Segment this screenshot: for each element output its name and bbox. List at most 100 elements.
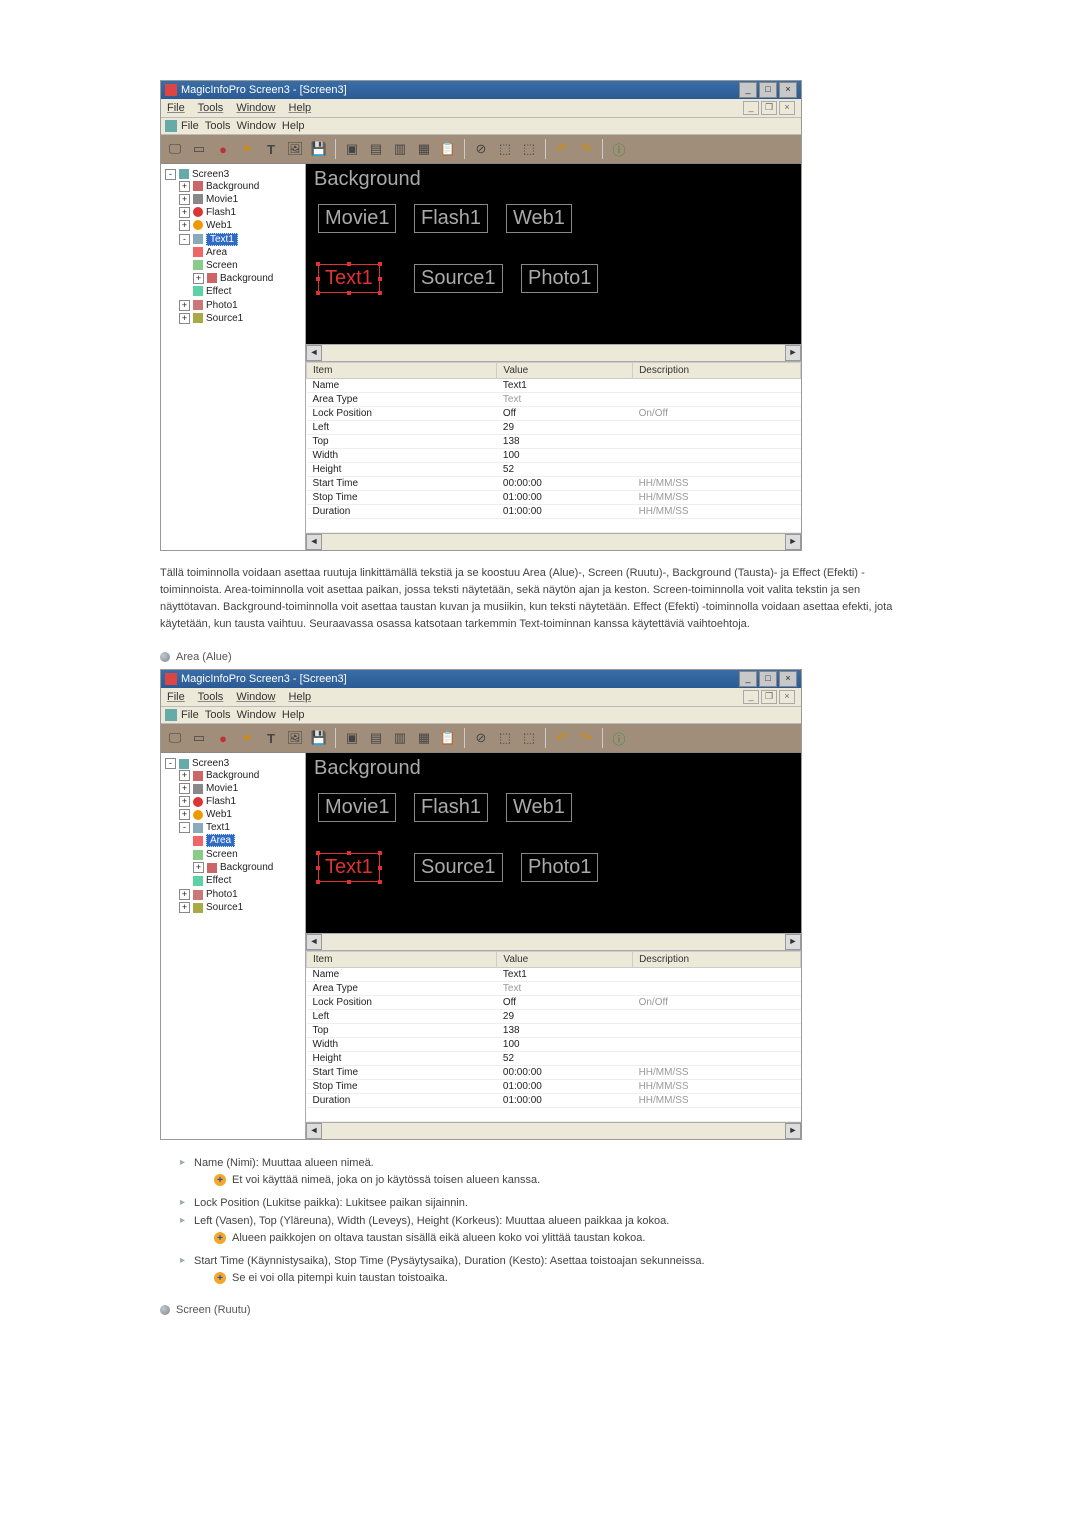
scroll-right-icon[interactable]: ► — [785, 934, 801, 950]
maximize-button[interactable]: □ — [759, 82, 777, 98]
tool-monitor-icon[interactable]: 🖵 — [165, 139, 185, 159]
tool-bring-front-icon[interactable]: ⬚ — [495, 139, 515, 159]
tree-item[interactable]: +Photo1 — [179, 888, 303, 901]
tool-clip-icon[interactable]: 📋 — [438, 139, 458, 159]
canvas-preview[interactable]: Background Movie1 Flash1 Web1 Text1 Sour… — [306, 164, 801, 344]
menu-help[interactable]: Help — [289, 102, 312, 114]
scroll-left-icon[interactable]: ◄ — [306, 345, 322, 361]
tool-info-icon[interactable]: ⓘ — [609, 139, 629, 159]
canvas-box-movie1[interactable]: Movie1 — [318, 204, 396, 233]
mdi-minimize-button[interactable]: _ — [743, 690, 759, 704]
scroll-left-icon[interactable]: ◄ — [306, 534, 322, 550]
minimize-button[interactable]: _ — [739, 671, 757, 687]
props-row[interactable]: Start Time00:00:00HH/MM/SS — [307, 477, 801, 491]
props-col-value[interactable]: Value — [497, 363, 633, 379]
tool-save-icon[interactable]: 💾 — [309, 728, 329, 748]
tool-undo-icon[interactable]: ↶ — [552, 728, 572, 748]
scroll-right-icon[interactable]: ► — [785, 1123, 801, 1139]
tree-item-text1[interactable]: -Text1 Area Screen +Background Effect — [179, 821, 303, 888]
tree-item[interactable]: +Background — [193, 272, 303, 285]
canvas-preview[interactable]: Background Movie1 Flash1 Web1 Text1 Sour… — [306, 753, 801, 933]
tree-item-area[interactable]: Area — [193, 833, 303, 848]
maximize-button[interactable]: □ — [759, 671, 777, 687]
canvas-box-source1[interactable]: Source1 — [414, 853, 503, 882]
tool-image-icon[interactable]: 🖼 — [285, 728, 305, 748]
tool-stack2-icon[interactable]: ▥ — [390, 728, 410, 748]
tree-item[interactable]: +Web1 — [179, 219, 303, 232]
tree-item[interactable]: Area — [193, 246, 303, 259]
tool-save-icon[interactable]: 💾 — [309, 139, 329, 159]
tool-window-icon[interactable]: ▣ — [342, 728, 362, 748]
menu-tools[interactable]: Tools — [198, 691, 224, 703]
props-col-item[interactable]: Item — [307, 952, 497, 968]
tool-bring-front-icon[interactable]: ⬚ — [495, 728, 515, 748]
tool-send-back-icon[interactable]: ⬚ — [519, 728, 539, 748]
props-row[interactable]: Stop Time01:00:00HH/MM/SS — [307, 1080, 801, 1094]
props-row[interactable]: Lock PositionOffOn/Off — [307, 996, 801, 1010]
tree-item[interactable]: +Movie1 — [179, 193, 303, 206]
props-row[interactable]: Height52 — [307, 1052, 801, 1066]
tree-root[interactable]: -Screen3 +Background +Movie1 +Flash1 +We… — [165, 168, 303, 326]
tool-forbid-icon[interactable]: ⊘ — [471, 728, 491, 748]
tool-screen-icon[interactable]: ▭ — [189, 139, 209, 159]
canvas-box-photo1[interactable]: Photo1 — [521, 853, 598, 882]
tree-item[interactable]: +Web1 — [179, 808, 303, 821]
mdi-menu-help[interactable]: Help — [282, 120, 305, 132]
mdi-close-button[interactable]: × — [779, 101, 795, 115]
props-row[interactable]: Height52 — [307, 463, 801, 477]
mdi-menu-file[interactable]: File — [181, 709, 199, 721]
props-row[interactable]: Start Time00:00:00HH/MM/SS — [307, 1066, 801, 1080]
menu-tools[interactable]: Tools — [198, 102, 224, 114]
tree-item-text1[interactable]: -Text1 Area Screen +Background Effect — [179, 232, 303, 299]
mdi-menu-window[interactable]: Window — [237, 120, 276, 132]
tool-undo-icon[interactable]: ↶ — [552, 139, 572, 159]
canvas-box-source1[interactable]: Source1 — [414, 264, 503, 293]
props-hscrollbar[interactable]: ◄ ► — [306, 1122, 801, 1139]
tree-item[interactable]: Effect — [193, 285, 303, 298]
canvas-box-text1-selected[interactable]: Text1 — [318, 264, 380, 293]
props-row[interactable]: NameText1 — [307, 379, 801, 393]
tool-info-icon[interactable]: ⓘ — [609, 728, 629, 748]
canvas-box-photo1[interactable]: Photo1 — [521, 264, 598, 293]
canvas-box-web1[interactable]: Web1 — [506, 793, 572, 822]
tool-text-icon[interactable]: T — [261, 139, 281, 159]
tool-image-icon[interactable]: 🖼 — [285, 139, 305, 159]
menu-file[interactable]: File — [167, 691, 185, 703]
tool-wizard-icon[interactable]: ✦ — [237, 728, 257, 748]
mdi-menu-tools[interactable]: Tools — [205, 709, 231, 721]
props-row[interactable]: Area TypeText — [307, 982, 801, 996]
props-col-desc[interactable]: Description — [633, 363, 801, 379]
tool-redo-icon[interactable]: ↷ — [576, 728, 596, 748]
menu-file[interactable]: File — [167, 102, 185, 114]
close-button[interactable]: × — [779, 671, 797, 687]
tree-item[interactable]: +Flash1 — [179, 206, 303, 219]
tool-record-icon[interactable]: ● — [213, 139, 233, 159]
props-row[interactable]: Left29 — [307, 1010, 801, 1024]
props-col-desc[interactable]: Description — [633, 952, 801, 968]
props-row[interactable]: Width100 — [307, 449, 801, 463]
tool-wizard-icon[interactable]: ✦ — [237, 139, 257, 159]
tree-item[interactable]: Screen — [193, 848, 303, 861]
tree-item[interactable]: +Background — [179, 180, 303, 193]
scroll-left-icon[interactable]: ◄ — [306, 1123, 322, 1139]
props-row[interactable]: Duration01:00:00HH/MM/SS — [307, 1094, 801, 1108]
props-row[interactable]: Top138 — [307, 435, 801, 449]
props-row[interactable]: Stop Time01:00:00HH/MM/SS — [307, 491, 801, 505]
tree-item[interactable]: Effect — [193, 874, 303, 887]
props-row[interactable]: Area TypeText — [307, 393, 801, 407]
tree-item[interactable]: Screen — [193, 259, 303, 272]
tool-clip-icon[interactable]: 📋 — [438, 728, 458, 748]
mdi-close-button[interactable]: × — [779, 690, 795, 704]
tree-item[interactable]: +Photo1 — [179, 299, 303, 312]
canvas-box-flash1[interactable]: Flash1 — [414, 793, 488, 822]
props-col-value[interactable]: Value — [497, 952, 633, 968]
props-row[interactable]: Duration01:00:00HH/MM/SS — [307, 505, 801, 519]
props-hscrollbar[interactable]: ◄ ► — [306, 533, 801, 550]
canvas-box-flash1[interactable]: Flash1 — [414, 204, 488, 233]
close-button[interactable]: × — [779, 82, 797, 98]
tool-stack2-icon[interactable]: ▥ — [390, 139, 410, 159]
props-row[interactable]: Top138 — [307, 1024, 801, 1038]
tool-redo-icon[interactable]: ↷ — [576, 139, 596, 159]
mdi-menu-file[interactable]: File — [181, 120, 199, 132]
scroll-left-icon[interactable]: ◄ — [306, 934, 322, 950]
